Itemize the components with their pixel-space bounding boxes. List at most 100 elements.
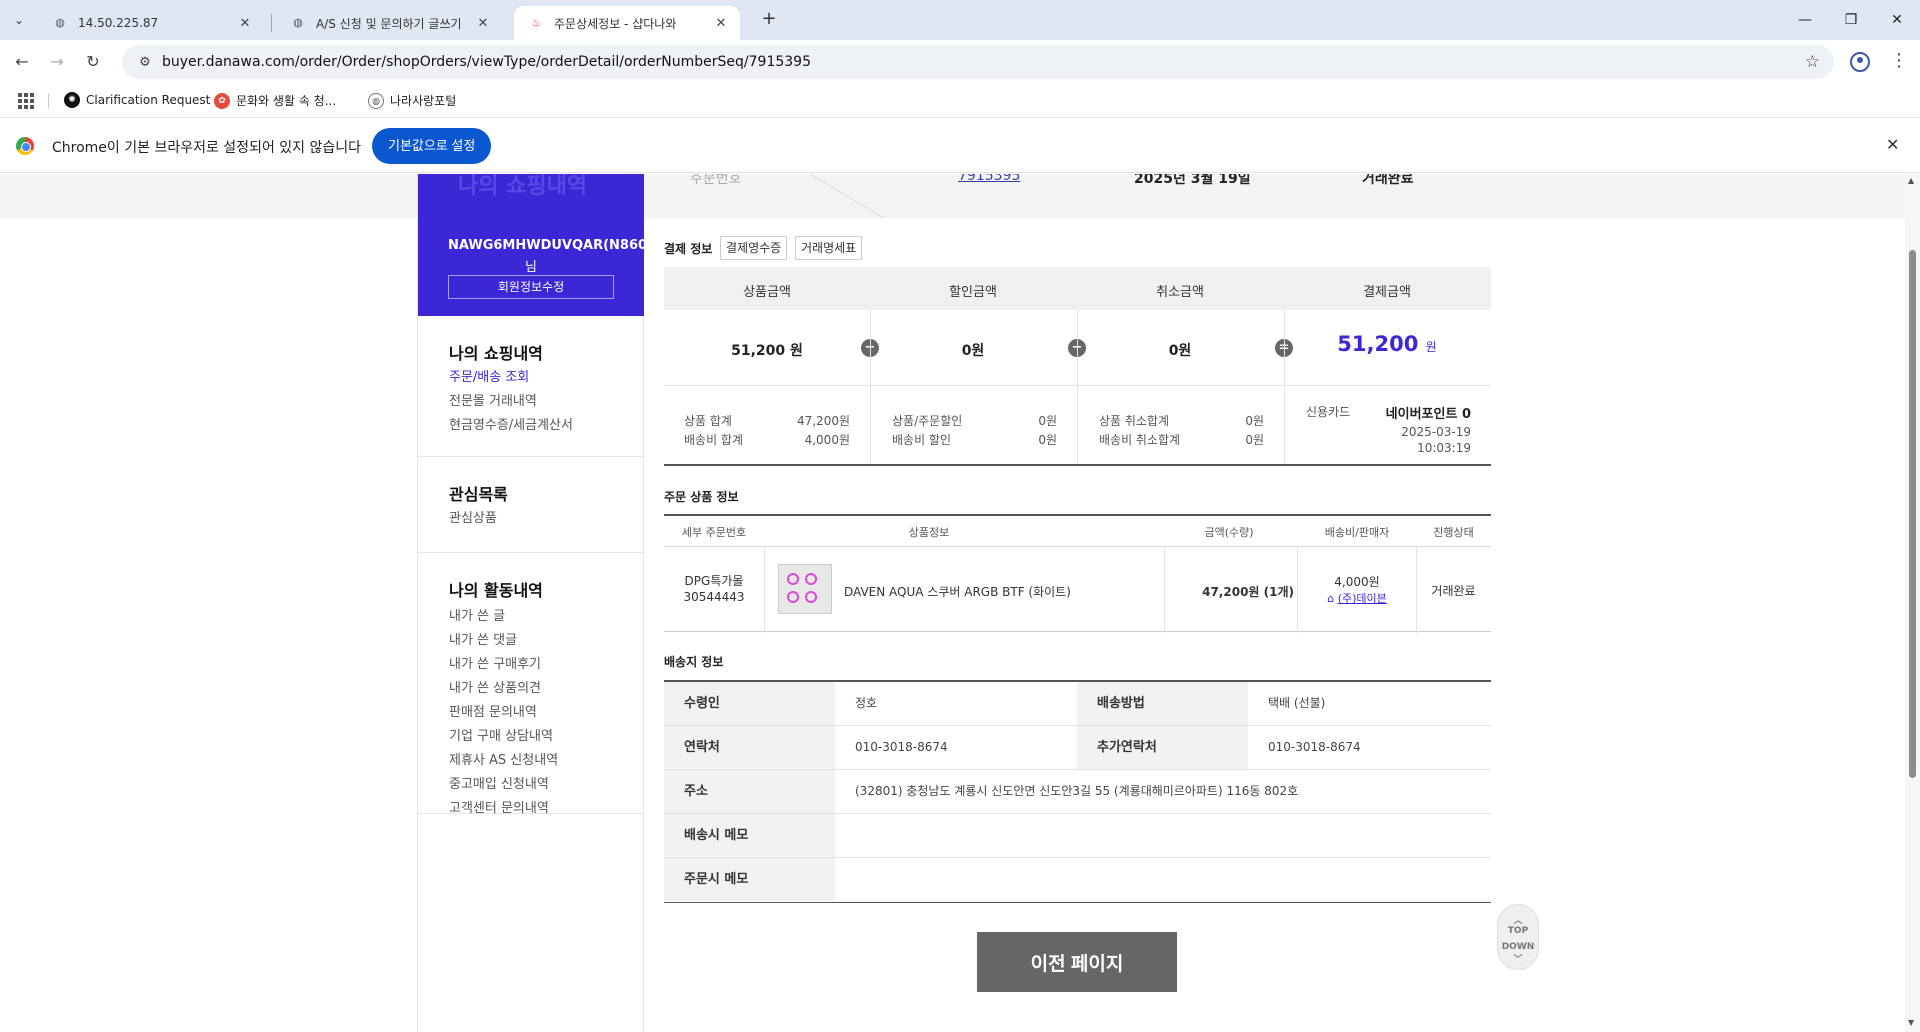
order-summary-band: 주문번호 7915395 2025년 3월 19일 거래완료: [0, 174, 1905, 218]
shipping-total: 4,000원: [804, 433, 850, 447]
sidebar-item-partner-as[interactable]: 제휴사 AS 신청내역: [449, 749, 558, 768]
phone-value: 010-3018-8674: [855, 740, 948, 754]
scrollbar-thumb[interactable]: [1909, 250, 1916, 778]
openai-icon: ✺: [64, 92, 80, 108]
site-info-icon[interactable]: ⚙: [132, 55, 158, 70]
sidebar-item-specialty-mall[interactable]: 전문몰 거래내역: [449, 390, 537, 409]
tab-3-active[interactable]: ♨ 주문상세정보 - 샵다나와 ✕: [514, 6, 740, 40]
seller-name[interactable]: (주)데이븐: [1338, 592, 1387, 605]
forward-icon[interactable]: →: [44, 49, 70, 75]
header-paid-amount: 결제금액: [1363, 285, 1411, 300]
paid-amount-value: 51,200: [1337, 332, 1419, 356]
sidebar-group-shopping: 나의 쇼핑내역 주문/배송 조회 전문몰 거래내역 현금영수증/세금계산서: [418, 316, 644, 456]
bookmark-star-icon[interactable]: ☆: [1805, 52, 1820, 72]
tab-title: 주문상세정보 - 샵다나와: [554, 16, 677, 31]
transaction-statement-button[interactable]: 거래명세표: [795, 236, 863, 260]
shipping-discount-label: 배송비 할인: [892, 433, 952, 447]
sidebar-item-my-posts[interactable]: 내가 쓴 글: [449, 605, 505, 624]
sidebar-group-title: 나의 쇼핑내역: [449, 344, 543, 363]
bookmark-label: Clarification Request: [86, 93, 211, 107]
scroll-top-button[interactable]: ︿ TOP: [1498, 913, 1538, 936]
product-name[interactable]: DAVEN AQUA 스쿠버 ARGB BTF (화이트): [844, 583, 1071, 600]
default-browser-infobar: Chrome이 기본 브라우저로 설정되어 있지 않습니다 기본값으로 설정 ✕: [0, 119, 1920, 173]
restore-icon[interactable]: ❐: [1828, 8, 1874, 32]
bookmark-clarification-request[interactable]: ✺ Clarification Request: [64, 92, 210, 108]
header-discount-amount: 할인금액: [949, 285, 997, 300]
payment-summary: 상품금액 할인금액 취소금액 결제금액 51,200 원 − 0원 − 0원 =…: [664, 267, 1491, 466]
top-label: TOP: [1507, 926, 1529, 936]
sidebar-title: 나의 쇼핑내역: [458, 174, 588, 199]
new-tab-icon[interactable]: +: [757, 8, 781, 32]
payment-section-title: 결제 정보: [664, 242, 713, 256]
order-status: 거래완료: [1362, 174, 1414, 187]
scroll-down-arrow-icon[interactable]: ▼: [1908, 1018, 1914, 1027]
payment-receipt-button[interactable]: 결제영수증: [720, 236, 788, 260]
shipping-row: 배송시 메모: [664, 814, 1491, 858]
scroll-down-button[interactable]: DOWN ﹀: [1498, 942, 1538, 965]
sidebar-item-order-delivery[interactable]: 주문/배송 조회: [449, 366, 529, 385]
sidebar-item-seller-inquiries[interactable]: 판매점 문의내역: [449, 701, 537, 720]
user-suffix: 님: [525, 260, 537, 275]
address-bar[interactable]: ⚙ buyer.danawa.com/order/Order/shopOrder…: [122, 45, 1834, 79]
infobar-message: Chrome이 기본 브라우저로 설정되어 있지 않습니다: [52, 140, 362, 156]
bookmark-label: 문화와 생활 속 청...: [236, 94, 337, 108]
address-label: 주소: [664, 770, 835, 813]
tab-search-chevron-icon[interactable]: ⌄: [8, 9, 30, 31]
product-thumbnail[interactable]: [778, 564, 832, 614]
shipping-cancel-label: 배송비 취소합계: [1099, 433, 1181, 447]
item-status: 거래완료: [1431, 584, 1476, 598]
close-icon[interactable]: ✕: [236, 16, 254, 31]
delivery-memo-label: 배송시 메모: [664, 814, 835, 857]
tab-bar: ⌄ ◍ 14.50.225.87 ✕ ◍ A/S 신청 및 문의하기 글쓰기 ✕…: [0, 0, 1920, 40]
close-icon[interactable]: ✕: [474, 16, 492, 31]
receiver-label: 수령인: [664, 682, 835, 725]
minimize-icon[interactable]: —: [1782, 8, 1828, 32]
items-section-title: 주문 상품 정보: [664, 490, 739, 504]
payment-details-row: 상품 합계 47,200원 배송비 합계 4,000원 상품/주문할인 0원 배…: [664, 387, 1491, 466]
page-scrollbar[interactable]: ▲ ▼: [1905, 174, 1920, 1032]
tab-title: 14.50.225.87: [78, 16, 159, 30]
profile-icon[interactable]: [1850, 52, 1870, 72]
payment-date: 2025-03-19: [1401, 425, 1471, 439]
sidebar-item-used-purchase[interactable]: 중고매입 신청내역: [449, 773, 549, 792]
payment-time: 10:03:19: [1417, 441, 1471, 455]
sidebar-item-my-reviews[interactable]: 내가 쓴 구매후기: [449, 653, 541, 672]
edit-profile-button[interactable]: 회원정보수정: [448, 275, 614, 299]
shipping-row: 수령인 정호 배송방법 택배 (선불): [664, 682, 1491, 726]
sidebar-item-business-consult[interactable]: 기업 구매 상담내역: [449, 725, 553, 744]
reload-icon[interactable]: ↻: [80, 49, 106, 75]
sidebar-item-my-comments[interactable]: 내가 쓴 댓글: [449, 629, 517, 648]
home-icon: ⌂: [1327, 592, 1335, 605]
down-label: DOWN: [1501, 942, 1535, 952]
sidebar-item-customer-center[interactable]: 고객센터 문의내역: [449, 797, 549, 816]
scroll-up-arrow-icon[interactable]: ▲: [1908, 176, 1914, 185]
bookmarks-bar: ✺ Clarification Request ✿ 문화와 생활 속 청... …: [0, 84, 1920, 118]
sidebar-group-wishlist: 관심목록 관심상품: [418, 456, 644, 552]
infobar-close-icon[interactable]: ✕: [1886, 135, 1899, 154]
top-down-scroller: ︿ TOP DOWN ﹀: [1497, 904, 1539, 970]
tab-divider: [271, 14, 272, 32]
bookmark-nara[interactable]: ◍ 나라사랑포털: [368, 92, 456, 109]
tab-2[interactable]: ◍ A/S 신청 및 문의하기 글쓰기 ✕: [276, 6, 502, 40]
sidebar-item-receipts[interactable]: 현금영수증/세금계산서: [449, 414, 573, 433]
bookmark-label: 나라사랑포털: [390, 94, 457, 108]
discount-amount: 0원: [961, 343, 985, 359]
tab-1[interactable]: ◍ 14.50.225.87 ✕: [38, 6, 264, 40]
seller-link[interactable]: ⌂ (주)데이븐: [1298, 590, 1416, 606]
apps-grid-icon[interactable]: [18, 93, 34, 109]
set-default-button[interactable]: 기본값으로 설정: [372, 128, 492, 164]
sidebar-item-wishlist[interactable]: 관심상품: [449, 507, 497, 526]
shipping-row: 연락처 010-3018-8674 추가연락처 010-3018-8674: [664, 726, 1491, 770]
sidebar-header: 나의 쇼핑내역 NAWG6MHWDUVQAR(N8607 님 회원정보수정: [418, 174, 644, 316]
back-icon[interactable]: ←: [9, 49, 35, 75]
menu-kebab-icon[interactable]: ⋮: [1890, 50, 1908, 71]
bookmark-culture[interactable]: ✿ 문화와 생활 속 청...: [214, 92, 336, 109]
previous-page-button[interactable]: 이전 페이지: [977, 932, 1177, 992]
close-icon[interactable]: ✕: [712, 16, 730, 31]
tab-title: A/S 신청 및 문의하기 글쓰기: [316, 16, 462, 31]
window-close-icon[interactable]: ✕: [1874, 8, 1920, 32]
address-value: (32801) 충청남도 계룡시 신도안면 신도안3길 55 (계룡대해미르아파…: [855, 784, 1299, 798]
shipping-info-table: 수령인 정호 배송방법 택배 (선불) 연락처 010-3018-8674 추가…: [664, 680, 1491, 903]
sidebar-item-my-opinions[interactable]: 내가 쓴 상품의견: [449, 677, 541, 696]
order-number-link[interactable]: 7915395: [958, 174, 1020, 184]
